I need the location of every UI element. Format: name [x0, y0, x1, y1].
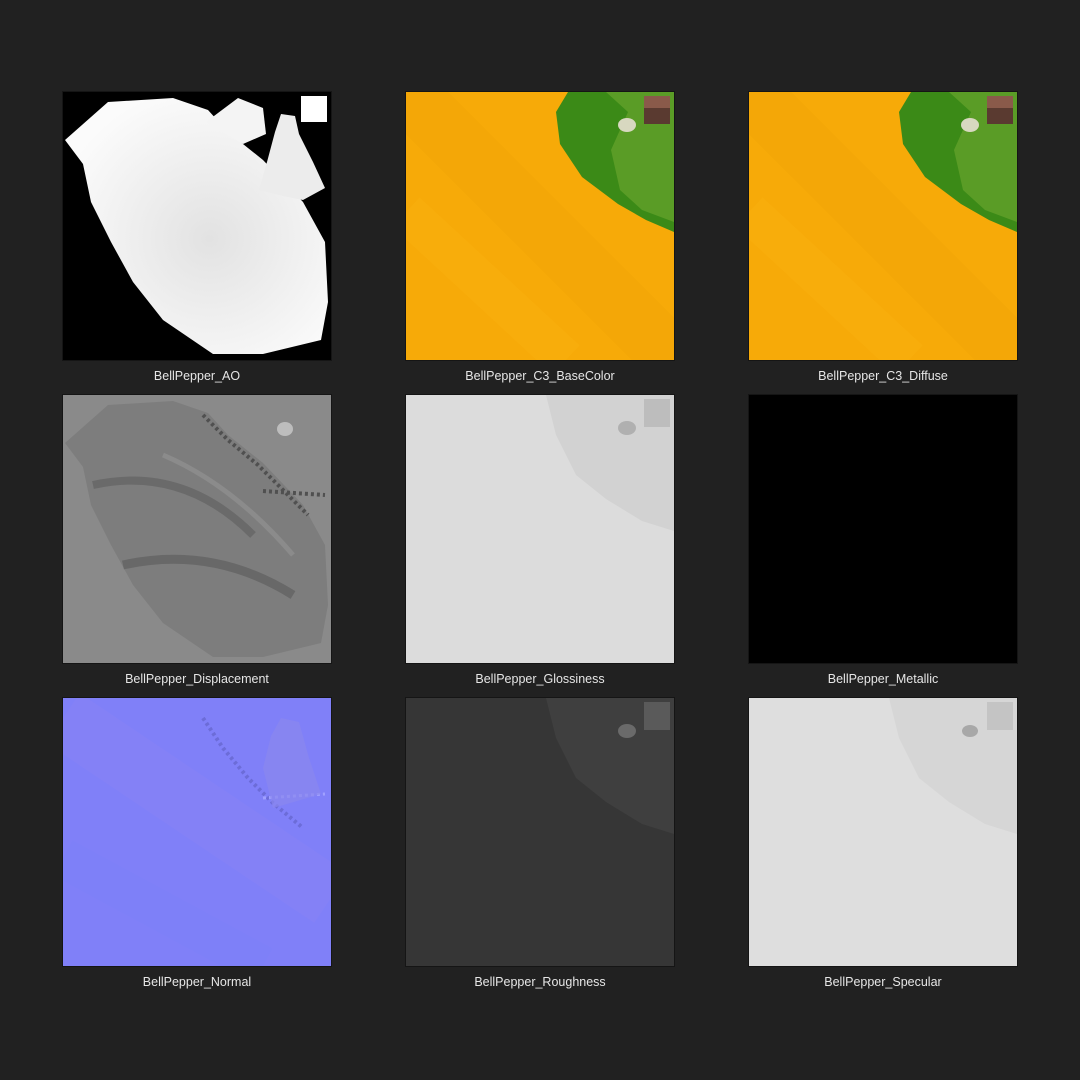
texture-tile-glossiness[interactable]: BellPepper_Glossiness	[406, 395, 674, 686]
texture-label: BellPepper_Displacement	[125, 672, 269, 686]
texture-gallery: BellPepper_AO BellPepper_C3_BaseColor Be	[63, 92, 1017, 989]
normal-map-icon	[63, 698, 331, 966]
texture-label: BellPepper_C3_BaseColor	[465, 369, 615, 383]
texture-tile-diffuse[interactable]: BellPepper_C3_Diffuse	[749, 92, 1017, 383]
texture-label: BellPepper_Normal	[142, 975, 252, 989]
metallic-map-icon	[749, 395, 1017, 663]
ambient-occlusion-map-icon	[63, 92, 331, 360]
texture-tile-ao[interactable]: BellPepper_AO	[63, 92, 331, 383]
texture-label: BellPepper_Specular	[824, 975, 942, 989]
glossiness-map-icon	[406, 395, 674, 663]
texture-label: BellPepper_C3_Diffuse	[818, 369, 948, 383]
diffuse-map-icon	[749, 92, 1017, 360]
specular-map-icon	[749, 698, 1017, 966]
texture-label: BellPepper_Roughness	[474, 975, 606, 989]
texture-tile-displacement[interactable]: BellPepper_Displacement	[63, 395, 331, 686]
texture-label: BellPepper_Metallic	[827, 672, 939, 686]
texture-tile-base-color[interactable]: BellPepper_C3_BaseColor	[406, 92, 674, 383]
roughness-map-icon	[406, 698, 674, 966]
texture-label: BellPepper_Glossiness	[475, 672, 605, 686]
base-color-map-icon	[406, 92, 674, 360]
displacement-map-icon	[63, 395, 331, 663]
texture-tile-specular[interactable]: BellPepper_Specular	[749, 698, 1017, 989]
texture-tile-normal[interactable]: BellPepper_Normal	[63, 698, 331, 989]
texture-label: BellPepper_AO	[153, 369, 241, 383]
texture-tile-roughness[interactable]: BellPepper_Roughness	[406, 698, 674, 989]
texture-tile-metallic[interactable]: BellPepper_Metallic	[749, 395, 1017, 686]
